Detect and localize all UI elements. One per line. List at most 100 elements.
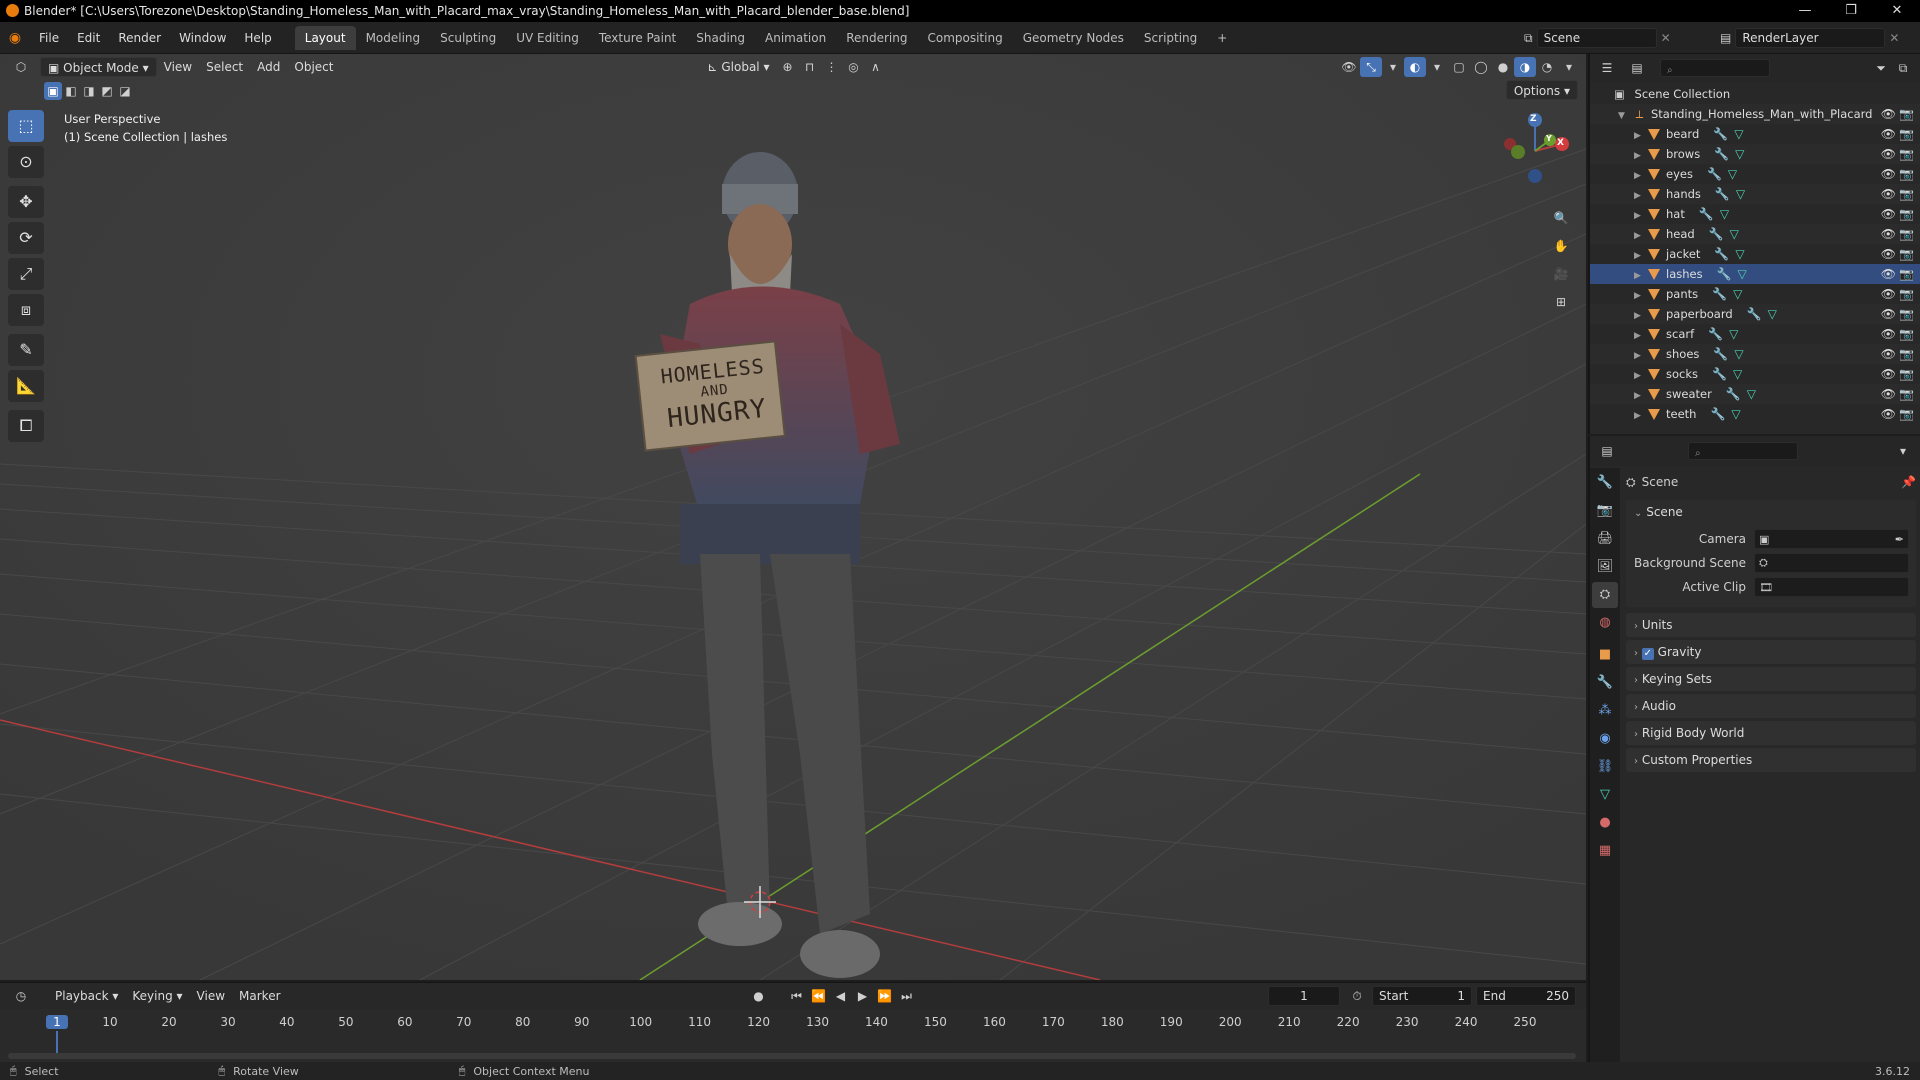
scene-field[interactable]: Scene [1536,28,1657,48]
solid-shading-icon[interactable]: ● [1492,57,1514,77]
menu-file[interactable]: File [30,22,68,54]
physics-tab-icon[interactable]: ◉ [1592,726,1618,752]
move-tool-icon[interactable]: ✥ [8,186,44,218]
outliner-item[interactable]: ▶ brows 🔧 ▽ 👁 📷 [1590,144,1920,164]
outliner-item[interactable]: ▶ jacket 🔧 ▽ 👁 📷 [1590,244,1920,264]
tab-rendering[interactable]: Rendering [836,26,917,50]
expand-right-icon[interactable]: ▶ [1634,126,1648,146]
eye-icon[interactable]: 👁 [1881,364,1896,384]
tab-modeling[interactable]: Modeling [356,26,431,50]
select-extend-icon[interactable]: ◧ [62,82,80,100]
constraints-tab-icon[interactable]: ⛓ [1592,754,1618,780]
expand-right-icon[interactable]: ▶ [1634,246,1648,266]
3d-viewport[interactable]: HOMELESS AND HUNGRY ⬡ ▣ Object Mode ▾ Vi… [0,54,1586,980]
particles-tab-icon[interactable]: ⁂ [1592,698,1618,724]
data-tab-icon[interactable]: ▽ [1592,782,1618,808]
outliner-item[interactable]: ▶ hat 🔧 ▽ 👁 📷 [1590,204,1920,224]
view-layer-tab-icon[interactable]: 🖼 [1592,554,1618,580]
tab-scripting[interactable]: Scripting [1134,26,1207,50]
render-tab-icon[interactable]: 📷 [1592,498,1618,524]
new-collection-icon[interactable]: ⧉ [1892,58,1914,78]
mesh-data-icon[interactable]: ▽ [1734,127,1743,141]
jump-end-icon[interactable]: ⏭ [896,986,918,1006]
tab-shading[interactable]: Shading [686,26,755,50]
end-frame-field[interactable]: End 250 [1476,986,1576,1006]
gravity-panel[interactable]: › ✓ Gravity [1626,640,1916,664]
menu-window[interactable]: Window [170,22,235,54]
modifier-icon[interactable]: 🔧 [1713,127,1728,141]
falloff-icon[interactable]: ∧ [865,57,887,77]
background-scene-field[interactable]: ⛭ [1754,553,1909,573]
maximize-button[interactable]: ❐ [1828,0,1874,22]
rigid-body-world-panel[interactable]: › Rigid Body World [1626,721,1916,745]
material-tab-icon[interactable]: ● [1592,810,1618,836]
rendered-shading-icon[interactable]: ◔ [1536,57,1558,77]
gravity-checkbox[interactable]: ✓ [1641,648,1654,660]
blender-menu-icon[interactable]: ◉ [0,30,30,46]
camera-render-icon[interactable]: 📷 [1899,244,1914,264]
render-layer-field[interactable]: RenderLayer [1735,28,1886,48]
prev-keyframe-icon[interactable]: ⏪ [808,986,830,1006]
modifier-icon[interactable]: 🔧 [1726,387,1741,401]
modifier-tab-icon[interactable]: 🔧 [1592,670,1618,696]
expand-down-icon[interactable]: ▼ [1618,106,1632,126]
expand-right-icon[interactable]: ▶ [1634,326,1648,346]
eyedropper-icon[interactable]: ✒ [1895,533,1904,546]
zoom-icon[interactable]: 🔍 [1550,204,1572,232]
scene-close-icon[interactable]: ✕ [1661,31,1671,45]
mesh-data-icon[interactable]: ▽ [1768,307,1777,321]
modifier-icon[interactable]: 🔧 [1699,207,1714,221]
menu-help[interactable]: Help [235,22,280,54]
modifier-icon[interactable]: 🔧 [1714,247,1729,261]
eye-icon[interactable]: 👁 [1881,404,1896,424]
preview-range-icon[interactable]: ⏱ [1346,986,1368,1006]
mesh-data-icon[interactable]: ▽ [1728,167,1737,181]
cursor-tool-icon[interactable]: ⊙ [8,146,44,178]
expand-right-icon[interactable]: ▶ [1634,266,1648,286]
mesh-data-icon[interactable]: ▽ [1735,247,1744,261]
outliner-item[interactable]: ▶ hands 🔧 ▽ 👁 📷 [1590,184,1920,204]
outliner-editor-icon[interactable]: ☰ [1596,58,1618,78]
outliner-item[interactable]: ▶ pants 🔧 ▽ 👁 📷 [1590,284,1920,304]
menu-render[interactable]: Render [109,22,170,54]
tab-uv-editing[interactable]: UV Editing [506,26,589,50]
eye-icon[interactable]: 👁 [1881,264,1896,284]
camera-field[interactable]: ▣ ✒ [1754,529,1909,549]
camera-render-icon[interactable]: 📷 [1899,124,1914,144]
mesh-data-icon[interactable]: ▽ [1736,187,1745,201]
display-mode-icon[interactable]: ▤ [1626,58,1648,78]
play-reverse-icon[interactable]: ◀ [830,986,852,1006]
tab-layout[interactable]: Layout [294,25,356,50]
select-invert-icon[interactable]: ◩ [98,82,116,100]
outliner-item[interactable]: ▶ teeth 🔧 ▽ 👁 📷 [1590,404,1920,424]
modifier-icon[interactable]: 🔧 [1710,407,1725,421]
camera-render-icon[interactable]: 📷 [1899,384,1914,404]
options-dropdown[interactable]: Options ▾ [1505,80,1578,100]
expand-right-icon[interactable]: ▶ [1634,366,1648,386]
modifier-icon[interactable]: 🔧 [1712,287,1727,301]
rotate-tool-icon[interactable]: ⟳ [8,222,44,254]
add-workspace-button[interactable]: + [1207,26,1237,50]
transform-tool-icon[interactable]: ⧈ [8,294,44,326]
gizmo-dropdown-icon[interactable]: ▾ [1382,57,1404,77]
camera-render-icon[interactable]: 📷 [1899,144,1914,164]
camera-render-icon[interactable]: 📷 [1899,204,1914,224]
select-intersect-icon[interactable]: ◪ [116,82,134,100]
expand-right-icon[interactable]: ▶ [1634,286,1648,306]
pin-icon[interactable]: 📌 [1901,475,1916,489]
visibility-icon[interactable]: 👁 [1338,57,1360,77]
eye-icon[interactable]: 👁 [1881,164,1896,184]
properties-dropdown-icon[interactable]: ▾ [1892,441,1914,461]
modifier-icon[interactable]: 🔧 [1714,147,1729,161]
eye-icon[interactable]: 👁 [1881,344,1896,364]
filter-icon[interactable]: ⏷ [1870,58,1892,78]
modifier-icon[interactable]: 🔧 [1708,327,1723,341]
ortho-grid-icon[interactable]: ⊞ [1550,288,1572,316]
camera-render-icon[interactable]: 📷 [1899,224,1914,244]
select-new-icon[interactable]: ▣ [44,82,62,100]
shading-dropdown-icon[interactable]: ▾ [1558,57,1580,77]
expand-right-icon[interactable]: ▶ [1634,206,1648,226]
mesh-data-icon[interactable]: ▽ [1733,367,1742,381]
mesh-data-icon[interactable]: ▽ [1738,267,1747,281]
timeline-ruler[interactable]: 1 10 20 30 40 50 60 70 80 90 100 110 120 130 140 150 160… [0,1009,1586,1063]
